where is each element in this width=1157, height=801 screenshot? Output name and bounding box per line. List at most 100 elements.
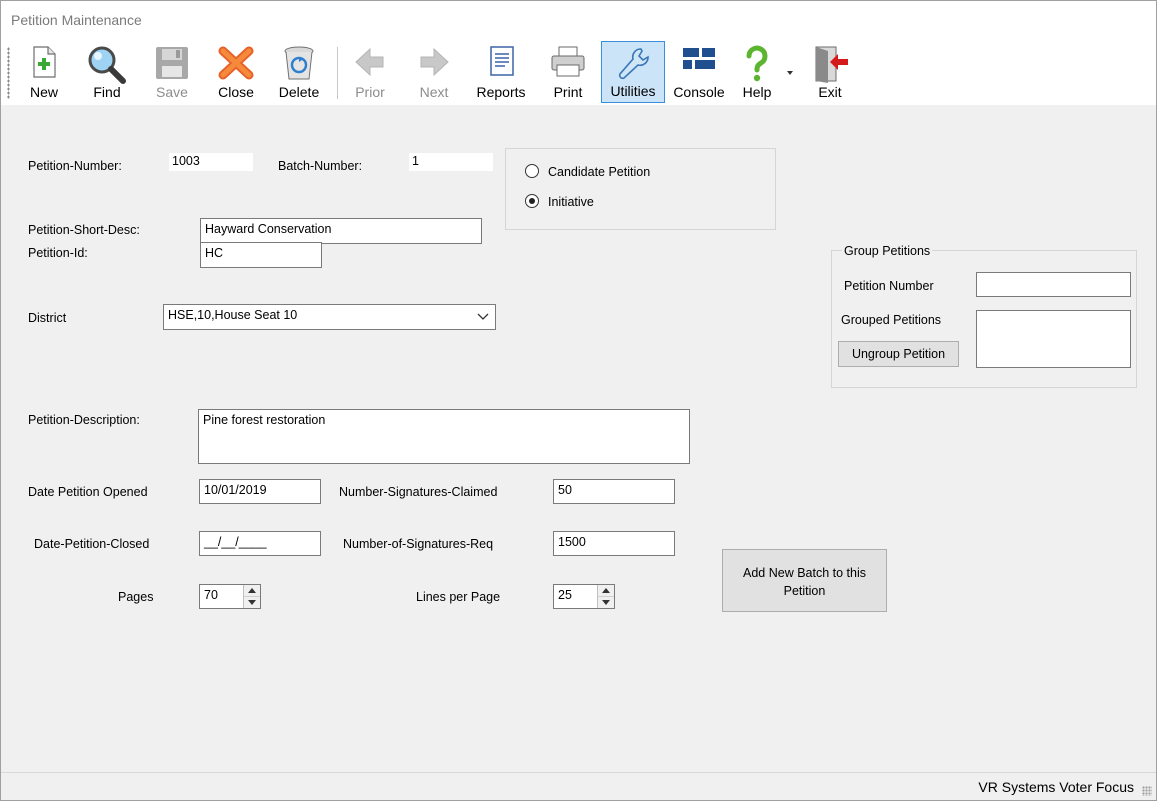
new-document-icon [33,46,56,78]
petition-type-group: Candidate Petition Initiative [505,148,776,230]
floppy-disk-icon [156,47,188,79]
save-label: Save [156,84,188,100]
group-petitions-frame: Group Petitions Petition Number Grouped … [831,244,1137,388]
console-tiles-icon [683,48,715,69]
printer-icon [551,46,585,77]
date-closed-label: Date-Petition-Closed [34,537,150,551]
toolbar: New Find Save Close Delete Prior Next Re… [1,39,1156,105]
lines-spin-down[interactable] [598,597,614,609]
chevron-down-icon [477,313,489,320]
window-title: Petition Maintenance [11,12,142,28]
lines-spin-up[interactable] [598,585,614,597]
delete-label: Delete [278,84,320,100]
help-label: Help [742,84,772,100]
short-desc-label: Petition-Short-Desc: [28,223,140,237]
petition-number-label: Petition-Number: [28,159,122,173]
lines-label: Lines per Page [416,590,501,604]
question-mark-icon [746,45,768,82]
help-dropdown-arrow-icon[interactable] [787,71,793,75]
resize-grip[interactable] [1142,786,1152,796]
grouped-petitions-list[interactable] [976,310,1131,368]
title-bar: Petition Maintenance [1,1,1156,39]
petition-id-label: Petition-Id: [28,246,88,260]
reports-button[interactable]: Reports [471,41,531,103]
recycle-bin-icon [284,46,314,80]
close-button[interactable]: Close [211,41,261,103]
find-button[interactable]: Find [81,41,133,103]
sigs-req-input[interactable]: 1500 [553,531,675,556]
district-value: HSE,10,House Seat 10 [168,308,298,322]
console-label: Console [673,84,725,100]
reports-label: Reports [476,84,526,100]
spin-up-icon [248,588,256,593]
prior-label: Prior [355,84,385,100]
pages-stepper[interactable]: 70 [199,584,261,609]
district-select[interactable]: HSE,10,House Seat 10 [163,304,496,330]
petition-maintenance-window: Petition Maintenance New Find Save Close… [0,0,1157,801]
left-arrow-icon [355,47,384,77]
close-label: Close [218,84,254,100]
next-label: Next [419,84,449,100]
date-opened-input[interactable]: 10/01/2019 [199,479,321,504]
spin-down-icon [602,599,610,605]
utilities-button[interactable]: Utilities [601,41,665,103]
short-desc-input[interactable]: Hayward Conservation [200,218,482,244]
ungroup-petition-button[interactable]: Ungroup Petition [838,341,959,367]
pages-spin-down[interactable] [244,597,260,609]
batch-number-label: Batch-Number: [278,159,363,173]
spin-down-icon [248,599,256,605]
pages-value: 70 [204,588,218,602]
spin-up-icon [602,588,610,593]
petition-id-input[interactable]: HC [200,242,322,268]
batch-number-value: 1 [409,153,493,171]
group-petitions-title: Group Petitions [842,244,933,258]
initiative-radio[interactable] [525,194,539,208]
right-arrow-icon [420,47,449,77]
find-label: Find [93,84,121,100]
report-document-icon [490,46,514,76]
toolbar-separator [337,47,338,99]
console-button[interactable]: Console [669,41,729,103]
help-button[interactable]: Help [735,41,779,103]
save-button[interactable]: Save [147,41,197,103]
district-label: District [28,311,67,325]
new-button[interactable]: New [19,41,69,103]
lines-stepper[interactable]: 25 [553,584,615,609]
group-petition-number-label: Petition Number [844,279,934,293]
pages-spin[interactable] [243,585,260,608]
wrench-icon [618,48,649,80]
prior-button[interactable]: Prior [345,41,395,103]
new-label: New [29,84,58,100]
sigs-req-label: Number-of-Signatures-Req [343,537,494,551]
description-label: Petition-Description: [28,413,140,427]
status-text: VR Systems Voter Focus [978,779,1134,795]
date-closed-input[interactable]: __/__/____ [199,531,321,556]
candidate-petition-radio[interactable] [525,164,539,178]
initiative-label: Initiative [548,195,594,209]
delete-button[interactable]: Delete [273,41,325,103]
exit-button[interactable]: Exit [805,41,855,103]
candidate-petition-label: Candidate Petition [548,165,651,179]
form-area: Petition-Number: 1003 Batch-Number: 1 Ca… [1,105,1156,775]
next-button[interactable]: Next [409,41,459,103]
print-button[interactable]: Print [543,41,593,103]
sigs-claimed-input[interactable]: 50 [553,479,675,504]
grouped-petitions-label: Grouped Petitions [841,313,942,327]
status-bar: VR Systems Voter Focus [1,772,1156,800]
utilities-label: Utilities [610,83,656,99]
description-input[interactable]: Pine forest restoration [198,409,690,464]
magnifier-icon [88,46,126,84]
sigs-claimed-label: Number-Signatures-Claimed [339,485,498,499]
print-label: Print [553,84,583,100]
add-new-batch-button[interactable]: Add New Batch to this Petition [722,549,887,612]
lines-value: 25 [558,588,572,602]
exit-door-icon [815,46,848,83]
lines-spin[interactable] [597,585,614,608]
petition-number-value: 1003 [169,153,253,171]
red-x-icon [218,46,254,80]
pages-label: Pages [118,590,154,604]
group-petition-number-input[interactable] [976,272,1131,297]
toolbar-grip[interactable] [7,47,10,99]
date-opened-label: Date Petition Opened [28,485,148,499]
pages-spin-up[interactable] [244,585,260,597]
